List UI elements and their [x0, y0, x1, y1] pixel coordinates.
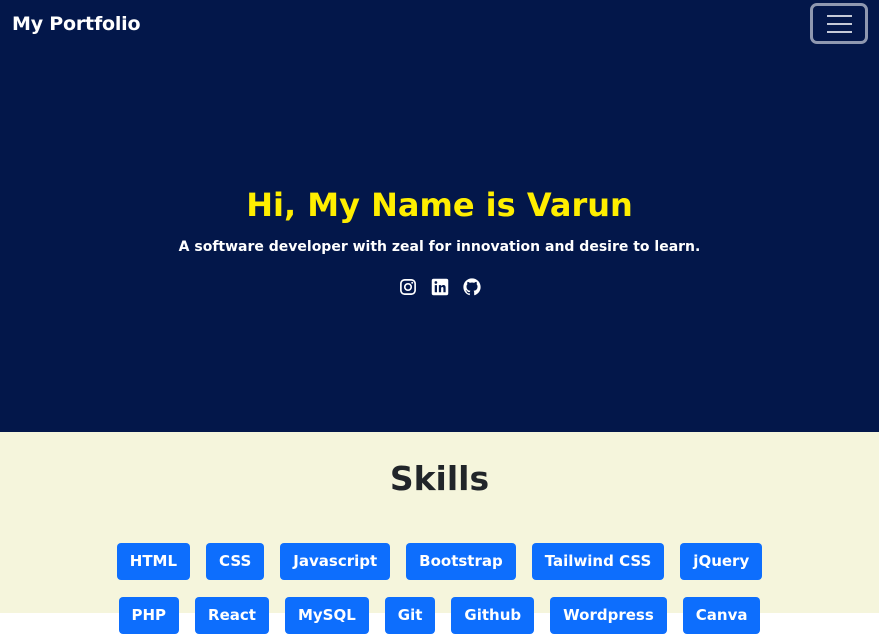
- skill-badge-javascript[interactable]: Javascript: [280, 543, 391, 580]
- skills-section: Skills HTML CSS Javascript Bootstrap Tai…: [0, 432, 879, 634]
- navbar-toggler-button[interactable]: [810, 3, 868, 44]
- skills-row-1: HTML CSS Javascript Bootstrap Tailwind C…: [0, 543, 879, 580]
- social-links: [0, 278, 879, 296]
- hero-title: Hi, My Name is Varun: [246, 186, 633, 224]
- hamburger-icon: [826, 30, 852, 33]
- hero-subtitle: A software developer with zeal for innov…: [178, 239, 701, 255]
- skill-badge-wordpress[interactable]: Wordpress: [550, 597, 667, 634]
- skill-badge-bootstrap[interactable]: Bootstrap: [406, 543, 516, 580]
- skill-badge-canva[interactable]: Canva: [682, 597, 761, 634]
- skill-badge-mysql[interactable]: MySQL: [284, 597, 369, 634]
- skill-badge-tailwind[interactable]: Tailwind CSS: [531, 543, 665, 580]
- hamburger-icon: [826, 14, 852, 17]
- hero-section: Hi, My Name is Varun A software develope…: [0, 50, 879, 432]
- hamburger-icon: [826, 22, 852, 25]
- skill-badge-php[interactable]: PHP: [118, 597, 180, 634]
- skill-badge-github[interactable]: Github: [451, 597, 535, 634]
- skill-badge-git[interactable]: Git: [384, 597, 436, 634]
- skill-badge-react[interactable]: React: [195, 597, 269, 634]
- skill-badge-css[interactable]: CSS: [206, 543, 265, 580]
- brand-link[interactable]: My Portfolio: [12, 13, 141, 35]
- github-icon[interactable]: [462, 278, 481, 296]
- instagram-icon[interactable]: [399, 278, 417, 296]
- navbar: My Portfolio: [0, 0, 879, 50]
- skills-row-2: PHP React MySQL Git Github Wordpress Can…: [0, 597, 879, 634]
- skill-badge-html[interactable]: HTML: [116, 543, 191, 580]
- skills-title: Skills: [389, 459, 490, 498]
- skill-badge-jquery[interactable]: jQuery: [680, 543, 763, 580]
- linkedin-icon[interactable]: [431, 278, 449, 296]
